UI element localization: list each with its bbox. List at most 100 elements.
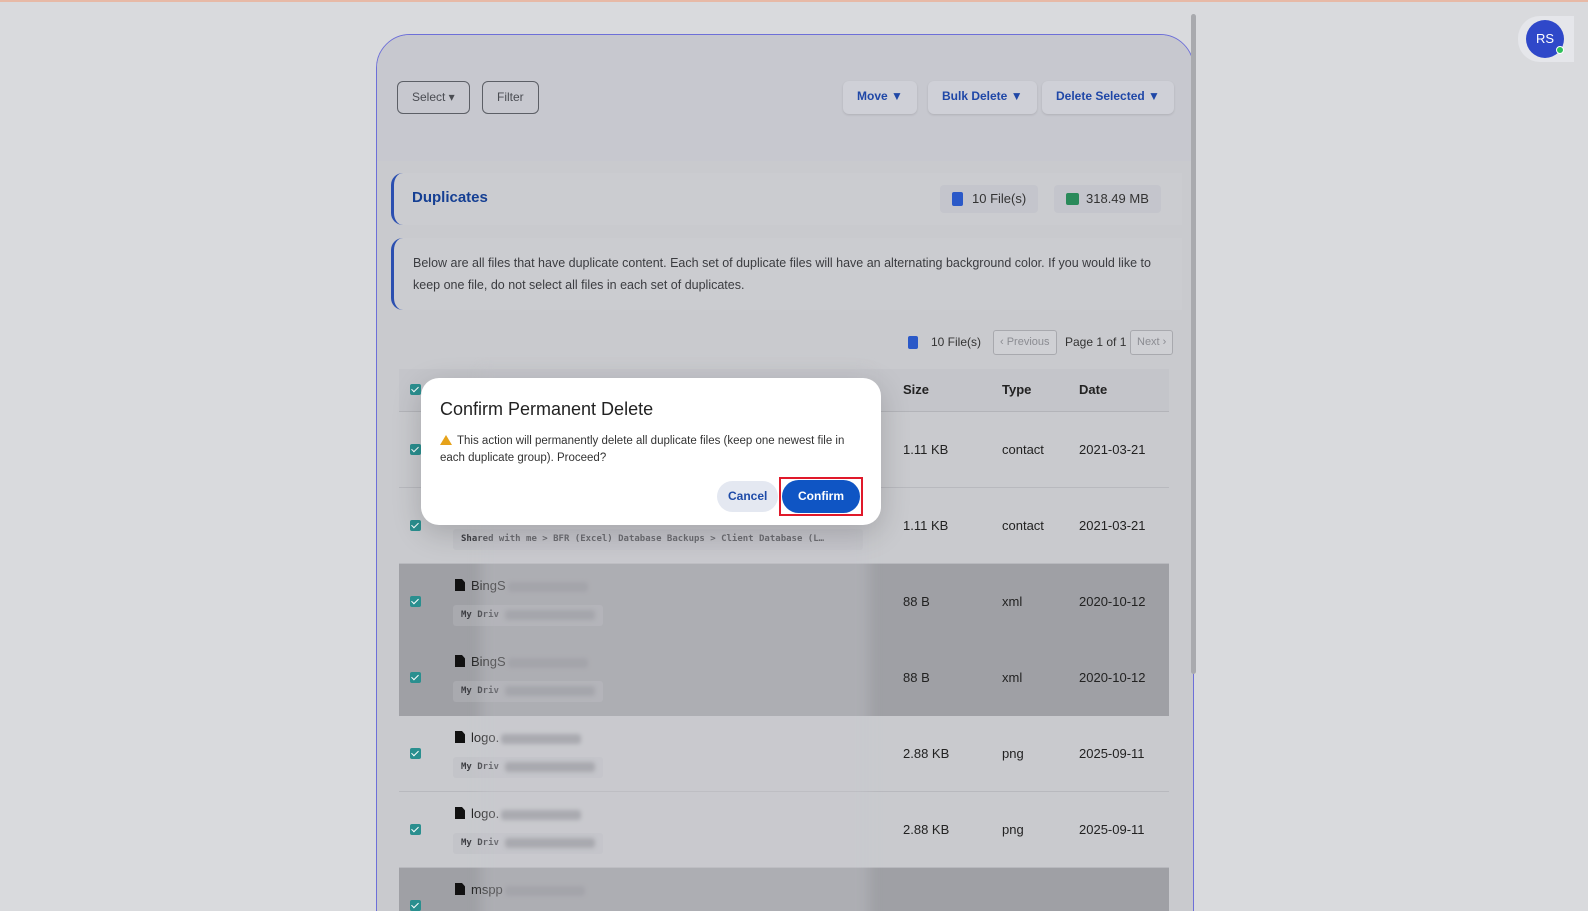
file-path-breadcrumb: My Driv [453, 757, 603, 778]
file-path-text: My Driv [461, 610, 499, 620]
file-path-breadcrumb: My Driv [453, 681, 603, 702]
duplicates-header: Duplicates 10 File(s) 318.49 MB [391, 173, 1182, 225]
dialog-title: Confirm Permanent Delete [440, 399, 654, 419]
row-checkbox[interactable] [410, 824, 421, 835]
file-icon [952, 192, 963, 206]
online-status-dot [1556, 46, 1564, 54]
cell-size: 2.88 KB [903, 746, 950, 761]
redacted-text [507, 657, 588, 668]
total-size: 318.49 MB [1086, 191, 1149, 206]
previous-page-button[interactable]: ‹ Previous [993, 330, 1057, 355]
total-size-chip: 318.49 MB [1054, 185, 1161, 213]
redacted-text [504, 609, 595, 620]
select-all-checkbox[interactable] [410, 384, 421, 395]
redacted-text [504, 761, 595, 772]
table-row[interactable]: mspp [399, 868, 1169, 911]
row-checkbox[interactable] [410, 596, 421, 607]
cell-type: xml [1002, 594, 1023, 609]
cell-size: 1.11 KB [903, 442, 949, 457]
move-button[interactable]: Move ▼ [843, 81, 917, 114]
cell-type: xml [1002, 670, 1023, 685]
row-checkbox[interactable] [410, 748, 421, 759]
cell-date: 2021-03-21 [1079, 442, 1146, 457]
storage-icon [1066, 193, 1079, 205]
cell-date: 2020-10-12 [1079, 594, 1146, 609]
file-icon [455, 807, 465, 819]
pager-files-count: 10 File(s) [905, 331, 981, 356]
cell-type: contact [1002, 442, 1044, 457]
cell-date: 2025-09-11 [1079, 746, 1145, 761]
next-page-button[interactable]: Next › [1130, 330, 1174, 355]
redacted-text [507, 581, 588, 592]
dialog-message-text: This action will permanently delete all … [440, 435, 845, 464]
file-icon [455, 883, 465, 895]
file-name-text: mspp [471, 882, 503, 897]
files-count: 10 File(s) [972, 191, 1027, 206]
cell-date: 2020-10-12 [1079, 670, 1146, 685]
file-path-text: My Driv [461, 838, 499, 848]
redacted-text [501, 733, 582, 744]
redacted-text [504, 837, 595, 848]
file-icon [455, 731, 465, 743]
file-path-breadcrumb: Shared with me > BFR (Excel) Database Ba… [453, 529, 863, 550]
file-icon [908, 336, 918, 349]
file-name[interactable]: mspp [455, 882, 585, 897]
file-name-text: logo. [471, 730, 500, 745]
files-count-chip: 10 File(s) [940, 185, 1039, 213]
confirm-button[interactable]: Confirm [782, 480, 860, 513]
redacted-text [501, 809, 582, 820]
cell-type: png [1002, 746, 1024, 761]
select-dropdown-button[interactable]: Select ▾ [397, 81, 470, 114]
file-path-breadcrumb: My Driv [453, 605, 603, 626]
cancel-button[interactable]: Cancel [717, 481, 779, 512]
column-type: Type [1002, 382, 1032, 397]
file-icon [455, 655, 465, 667]
file-name-text: logo. [471, 806, 500, 821]
page-scrollbar[interactable] [1191, 14, 1196, 674]
table-row[interactable]: BingS My Driv 88 B xml 2020-10-12 [399, 640, 1169, 716]
file-path-text: Shared with me > BFR (Excel) Database Ba… [461, 534, 825, 544]
filter-button[interactable]: Filter [482, 81, 539, 114]
user-menu[interactable]: RS [1518, 16, 1574, 62]
section-title: Duplicates [412, 189, 488, 206]
bulk-delete-button[interactable]: Bulk Delete ▼ [928, 81, 1037, 114]
cell-size: 2.88 KB [903, 822, 950, 837]
file-path-breadcrumb: My Driv [453, 833, 603, 854]
row-checkbox[interactable] [410, 444, 421, 455]
column-size: Size [903, 382, 930, 397]
table-row[interactable]: logo. My Driv 2.88 KB png 2025-09-11 [399, 716, 1169, 792]
delete-selected-button[interactable]: Delete Selected ▼ [1042, 81, 1174, 114]
column-date: Date [1079, 382, 1108, 397]
cell-type: png [1002, 822, 1024, 837]
confirm-delete-dialog: Confirm Permanent Delete This action wil… [421, 378, 881, 525]
cell-type: contact [1002, 518, 1044, 533]
page-indicator: Page 1 of 1 [1065, 335, 1127, 349]
top-accent-line [0, 0, 1588, 2]
cell-size: 88 B [903, 594, 930, 609]
file-name[interactable]: logo. [455, 730, 582, 745]
table-row[interactable]: logo. My Driv 2.88 KB png 2025-09-11 [399, 792, 1169, 868]
redacted-text [504, 685, 595, 696]
row-checkbox[interactable] [410, 672, 421, 683]
cell-size: 88 B [903, 670, 930, 685]
file-name-text: BingS [471, 654, 506, 669]
cell-date: 2025-09-11 [1079, 822, 1145, 837]
warning-icon [440, 435, 452, 445]
file-icon [455, 579, 465, 591]
cell-size: 1.11 KB [903, 518, 949, 533]
toolbar: Select ▾ Filter Move ▼ Bulk Delete ▼ Del… [377, 35, 1193, 161]
file-name[interactable]: BingS [455, 654, 588, 669]
pager-count-text: 10 File(s) [931, 335, 982, 349]
file-path-text: My Driv [461, 686, 499, 696]
dialog-message: This action will permanently delete all … [440, 433, 865, 467]
redacted-text [504, 885, 585, 896]
row-checkbox[interactable] [410, 900, 421, 911]
cell-date: 2021-03-21 [1079, 518, 1146, 533]
file-name[interactable]: logo. [455, 806, 582, 821]
file-name-text: BingS [471, 578, 506, 593]
row-checkbox[interactable] [410, 520, 421, 531]
file-path-text: My Driv [461, 762, 499, 772]
table-row[interactable]: BingS My Driv 88 B xml 2020-10-12 [399, 564, 1169, 640]
file-name[interactable]: BingS [455, 578, 588, 593]
info-description: Below are all files that have duplicate … [391, 238, 1182, 310]
